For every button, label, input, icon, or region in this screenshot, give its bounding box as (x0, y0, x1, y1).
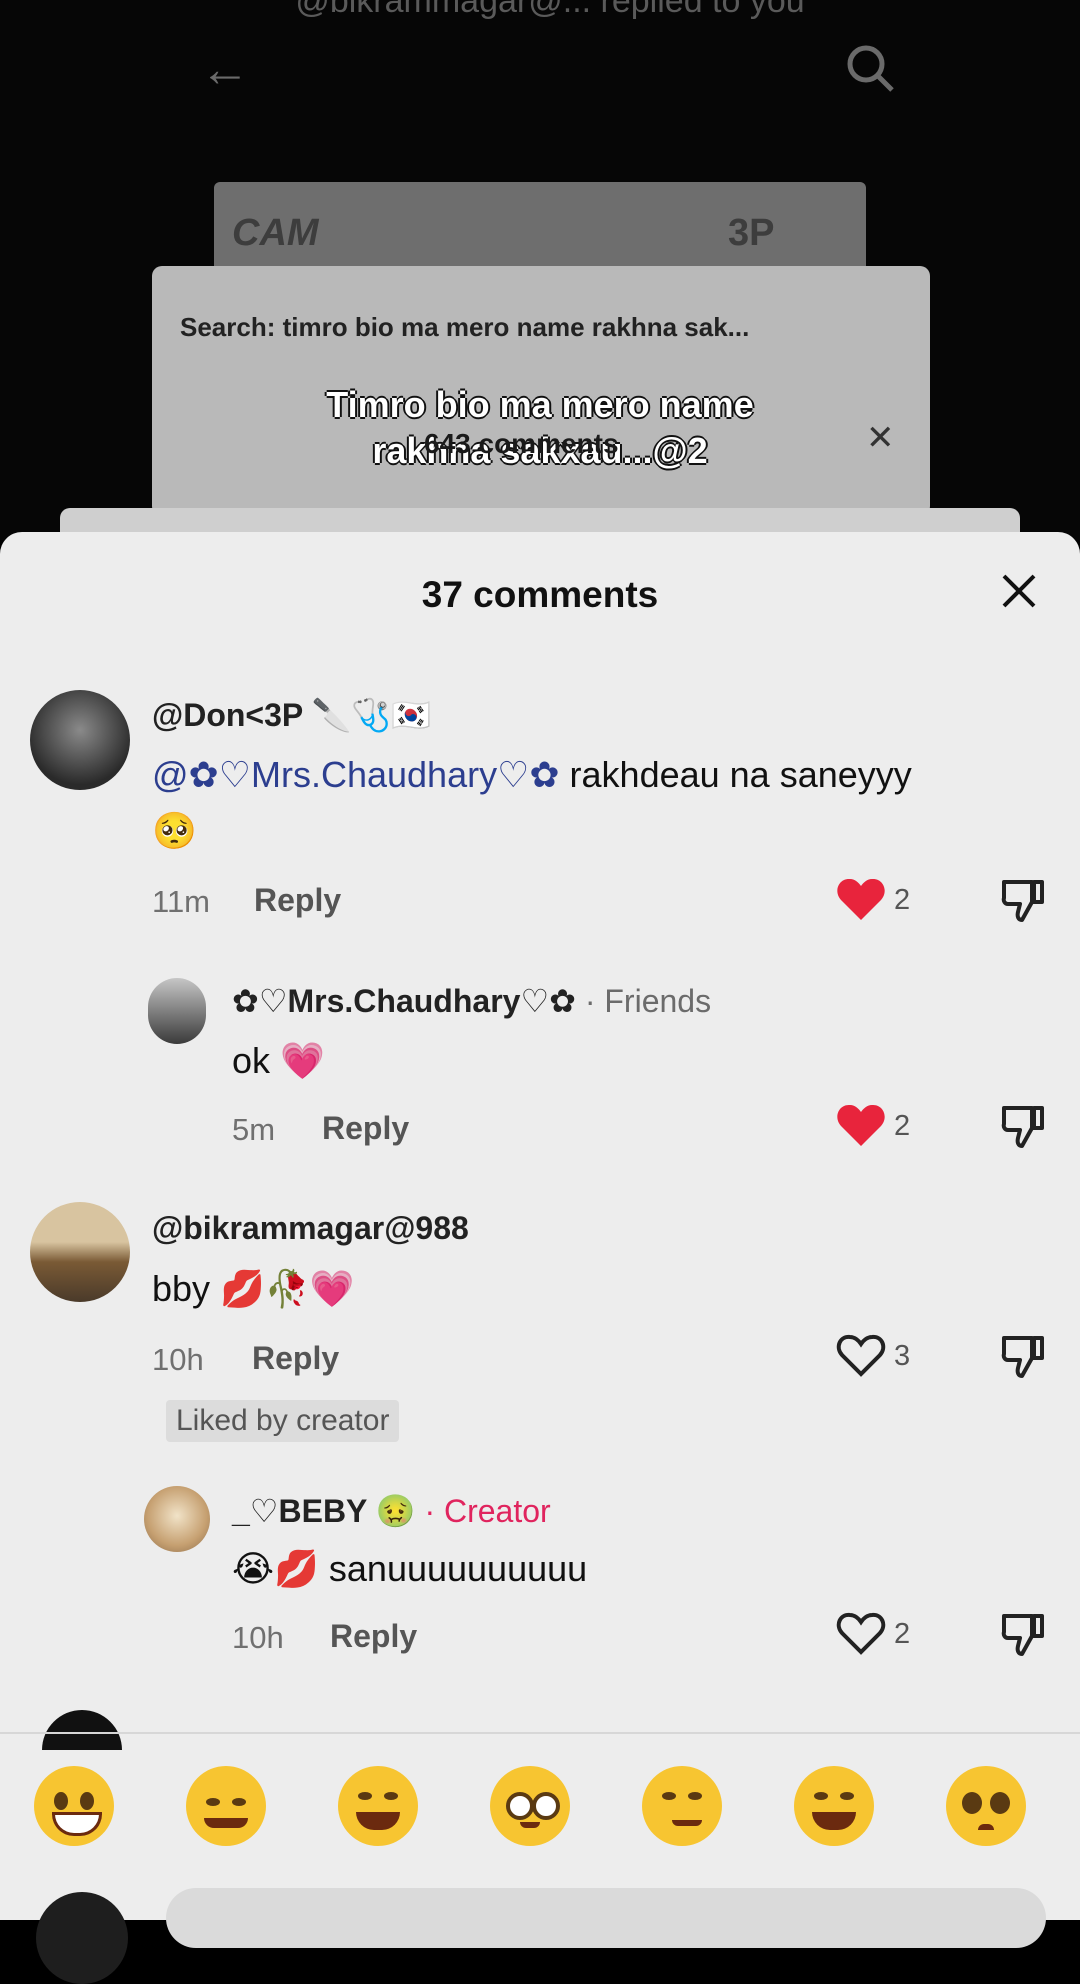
comment-time: 5m (232, 1112, 276, 1147)
emoji-grin-button[interactable] (34, 1766, 114, 1846)
comment-body: sanuuuuuuuuuu (328, 1548, 588, 1589)
caption-line-1: Timro bio ma mero name (326, 384, 754, 425)
comment-input[interactable] (166, 1888, 1046, 1948)
emoji-laugh-button[interactable] (338, 1766, 418, 1846)
username-text: ✿♡Mrs.Chaudhary♡✿ (232, 983, 576, 1019)
emoji-love-button[interactable] (186, 1766, 266, 1846)
back-arrow-icon: ← (200, 41, 250, 97)
comment-text: @✿♡Mrs.Chaudhary♡✿ rakhdeau na saneyyy (152, 754, 912, 796)
dislike-icon[interactable] (1000, 878, 1046, 924)
dislike-icon[interactable] (1000, 1612, 1046, 1658)
emoji-flushed-button[interactable] (490, 1766, 570, 1846)
comment-username[interactable]: _♡BEBY 🤢 · Creator (232, 1492, 551, 1530)
reply-button[interactable]: Reply (330, 1618, 417, 1655)
username-text: _♡BEBY (232, 1493, 367, 1529)
like-count: 2 (894, 1618, 911, 1650)
heart-outline-icon[interactable] (836, 1610, 886, 1656)
comment-username[interactable]: @bikrammagar@988 (152, 1210, 469, 1247)
username-emoji: 🤢 (375, 1493, 416, 1529)
comment-text: bby 💋🥀💗 (152, 1268, 355, 1310)
notification-banner: @bikrammagar@... replied to you (295, 0, 805, 20)
emoji-smirk-button[interactable] (642, 1766, 722, 1846)
reply-button[interactable]: Reply (322, 1110, 409, 1147)
like-count: 3 (894, 1340, 911, 1372)
heart-outline-icon[interactable] (836, 1332, 886, 1378)
divider (0, 1732, 1080, 1734)
heart-filled-icon[interactable] (836, 1102, 886, 1148)
like-count: 2 (894, 1110, 911, 1142)
card-left-label: CAM (232, 212, 319, 254)
card-right-label: 3P (728, 212, 775, 254)
comment-text: 😭💋 sanuuuuuuuuuu (232, 1548, 587, 1590)
comment-username[interactable]: ✿♡Mrs.Chaudhary♡✿ · Friends (232, 982, 711, 1020)
emoji-quick-bar (0, 1766, 1080, 1856)
avatar[interactable] (30, 690, 130, 790)
username-emoji: 🔪🩺🇰🇷 (311, 697, 432, 733)
heart-filled-icon[interactable] (836, 876, 886, 922)
comment-emoji: 💗 (280, 1040, 325, 1081)
friends-tag: · Friends (584, 983, 712, 1019)
search-query-text: Search: timro bio ma mero name rakhna sa… (180, 312, 750, 342)
creator-tag: · Creator (424, 1493, 551, 1529)
comment-body: bby (152, 1268, 211, 1309)
username-text: @Don<3P (152, 697, 303, 733)
comments-title: 37 comments (421, 574, 659, 615)
comment-time: 10h (152, 1342, 204, 1377)
close-icon[interactable] (994, 566, 1044, 616)
comment-time: 11m (152, 884, 211, 919)
search-icon (847, 45, 894, 92)
background-close-icon: ✕ (866, 419, 895, 457)
my-avatar[interactable] (36, 1892, 128, 1984)
avatar[interactable] (144, 1486, 210, 1552)
emoji-sweat-smile-button[interactable] (794, 1766, 874, 1846)
comment-body: rakhdeau na saneyyy (569, 754, 912, 795)
comment-time: 10h (232, 1620, 284, 1655)
comment-username[interactable]: @Don<3P 🔪🩺🇰🇷 (152, 696, 431, 734)
like-count: 2 (894, 884, 911, 916)
emoji-pleading-button[interactable] (946, 1766, 1026, 1846)
reply-button[interactable]: Reply (252, 1340, 339, 1377)
liked-by-creator-badge: Liked by creator (166, 1400, 400, 1442)
comment-body: ok (232, 1040, 271, 1081)
background-comment-count: 643 comments (424, 428, 619, 459)
avatar[interactable] (148, 978, 206, 1044)
comment-emoji: 😭💋 (232, 1548, 319, 1589)
comment-text: ok 💗 (232, 1040, 325, 1082)
comment-emoji: 🥺 (152, 810, 197, 851)
avatar[interactable] (30, 1202, 130, 1302)
comment-emoji: 💋🥀💗 (220, 1268, 355, 1309)
dislike-icon[interactable] (1000, 1104, 1046, 1150)
reply-button[interactable]: Reply (254, 882, 341, 919)
dislike-icon[interactable] (1000, 1334, 1046, 1380)
mention-link[interactable]: @✿♡Mrs.Chaudhary♡✿ (152, 754, 560, 795)
